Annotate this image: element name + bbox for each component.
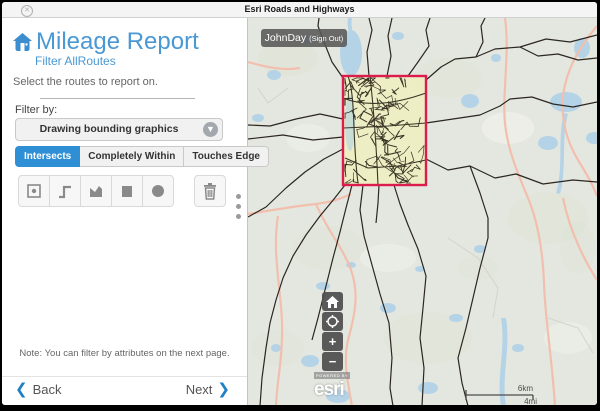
titlebar: ✕ Esri Roads and Highways (2, 2, 597, 18)
draw-point-button[interactable] (18, 175, 50, 207)
note-text: Note: You can filter by attributes on th… (2, 348, 247, 359)
powered-by-label: POWERED BY (314, 372, 350, 379)
tab-completely-within[interactable]: Completely Within (80, 146, 184, 167)
dropdown-value: Drawing bounding graphics (16, 123, 202, 135)
basemap[interactable] (248, 18, 597, 405)
filter-method-dropdown[interactable]: Drawing bounding graphics ▼ (15, 118, 223, 141)
instruction-text: Select the routes to report on. (13, 76, 158, 88)
page-title: Mileage Report (36, 28, 199, 56)
page-title-row: Mileage Report (13, 28, 199, 56)
trash-icon (201, 182, 219, 200)
back-label: Back (33, 382, 62, 397)
next-button[interactable]: Next ❯ (186, 380, 235, 398)
clear-graphics-button[interactable] (194, 175, 226, 207)
draw-polygon-button[interactable] (81, 175, 112, 207)
next-arrow-icon: ❯ (212, 380, 235, 398)
polyline-icon (56, 182, 74, 200)
scale-bar: 6km 4mi (465, 383, 540, 405)
map-controls: + − (322, 292, 343, 372)
app-window: ✕ Esri Roads and Highways (2, 2, 597, 405)
window-title: Esri Roads and Highways (2, 4, 597, 14)
circle-icon (149, 182, 167, 200)
esri-brand: esri (314, 379, 344, 400)
draw-circle-button[interactable] (143, 175, 174, 207)
scale-mi-label: 4mi (524, 397, 537, 405)
panel-resize-handle[interactable] (236, 194, 242, 224)
draw-polyline-button[interactable] (50, 175, 81, 207)
locate-button[interactable] (322, 312, 343, 331)
map-canvas[interactable] (248, 18, 597, 405)
chevron-down-icon: ▼ (203, 122, 218, 137)
draw-rectangle-button[interactable] (112, 175, 143, 207)
scale-km-label: 6km (518, 384, 533, 393)
polygon-icon (87, 182, 105, 200)
tab-touches-edge[interactable]: Touches Edge (184, 146, 269, 167)
filter-panel: Mileage Report Filter AllRoutes Select t… (2, 18, 248, 405)
home-house-icon (13, 33, 32, 51)
tab-intersects[interactable]: Intersects (15, 146, 80, 167)
page-subtitle: Filter AllRoutes (35, 54, 116, 68)
wizard-navbar: ❮ Back Next ❯ (2, 376, 247, 405)
spatial-relation-tabs: Intersects Completely Within Touches Edg… (15, 146, 269, 167)
back-button[interactable]: ❮ Back (10, 380, 61, 398)
user-sign-out-button[interactable]: JohnDay (Sign Out) (261, 29, 347, 47)
point-icon (25, 182, 43, 200)
zoom-in-button[interactable]: + (322, 332, 343, 351)
back-arrow-icon: ❮ (10, 380, 33, 398)
home-button[interactable] (322, 292, 343, 311)
home-icon (326, 296, 339, 308)
filter-by-label: Filter by: (15, 104, 57, 116)
user-name: JohnDay (265, 32, 306, 44)
divider (40, 98, 195, 99)
draw-toolbar (18, 175, 226, 207)
rectangle-icon (118, 182, 136, 200)
sign-out-label: (Sign Out) (309, 34, 343, 43)
next-label: Next (186, 382, 213, 397)
esri-logo: POWERED BY esri (314, 364, 350, 400)
locate-icon (326, 315, 339, 328)
